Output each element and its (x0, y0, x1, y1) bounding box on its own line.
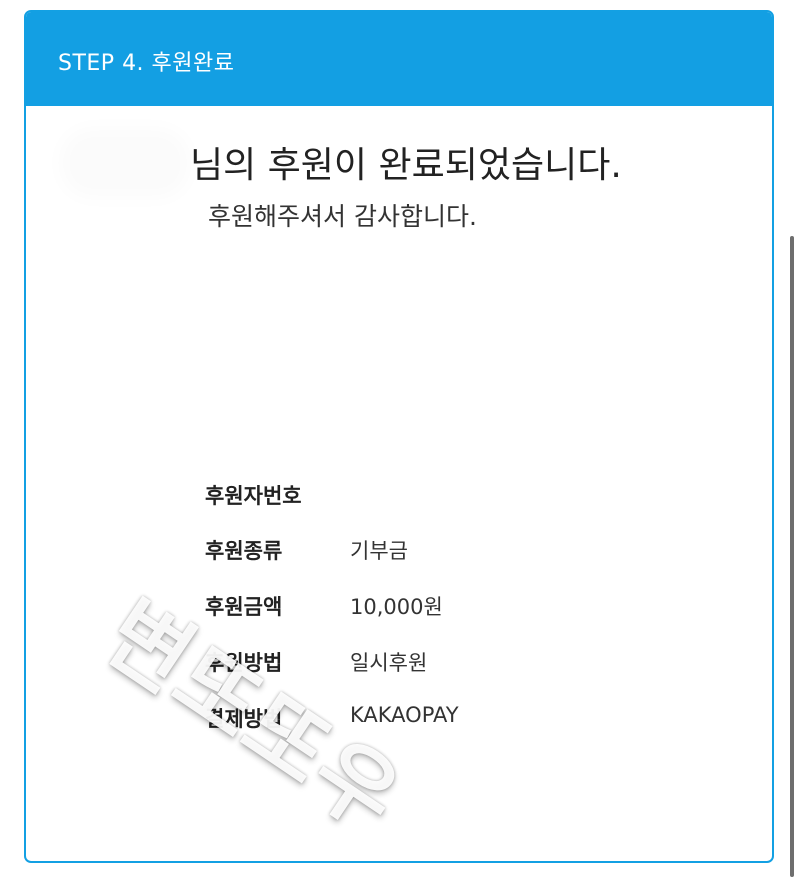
completion-message: 님의 후원이 완료되었습니다. (190, 145, 622, 186)
step-title: STEP 4. 후원완료 (58, 51, 235, 76)
blurred-donor-name (70, 138, 180, 188)
blurred-donor-number (345, 480, 465, 506)
info-row-payment-method: 결제방법 KAKAOPAY (205, 703, 605, 735)
info-row-donation-method: 후원방법 일시후원 (205, 647, 605, 679)
donation-type-value: 기부금 (350, 539, 408, 563)
page: STEP 4. 후원완료 님의 후원이 완료되었습니다. 후원해주셔서 감사합니… (0, 0, 800, 877)
payment-method-value: KAKAOPAY (350, 703, 459, 727)
info-row-donation-amount: 후원금액 10,000원 (205, 591, 605, 623)
donor-number-label: 후원자번호 (205, 484, 302, 508)
donation-amount-value: 10,000원 (350, 595, 443, 619)
donation-method-label: 후원방법 (205, 651, 283, 675)
scrollbar[interactable] (790, 236, 794, 877)
thank-you-message: 후원해주셔서 감사합니다. (208, 202, 477, 231)
donation-type-label: 후원종류 (205, 539, 283, 563)
info-row-donation-type: 후원종류 기부금 (205, 535, 605, 567)
step-header: STEP 4. 후원완료 (26, 12, 772, 106)
info-row-donor-number: 후원자번호 (205, 480, 605, 512)
payment-method-label: 결제방법 (205, 707, 283, 731)
donation-amount-label: 후원금액 (205, 595, 283, 619)
donation-method-value: 일시후원 (350, 651, 428, 675)
